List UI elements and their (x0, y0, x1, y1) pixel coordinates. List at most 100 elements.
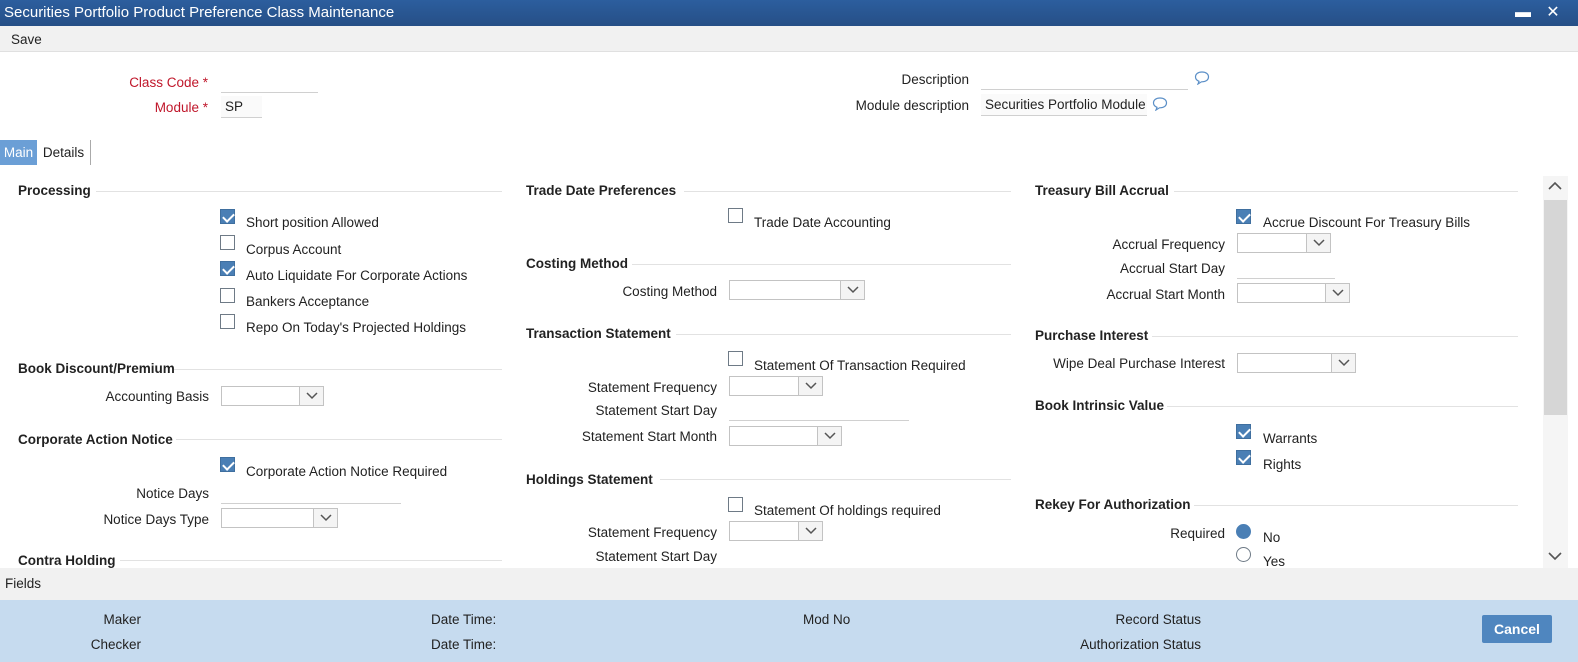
statement-holdings-checkbox[interactable] (728, 497, 743, 512)
chevron-down-icon (817, 427, 841, 445)
chevron-down-icon (798, 522, 822, 540)
statement-holdings-label: Statement Of holdings required (754, 503, 941, 518)
close-icon[interactable]: ✕ (1543, 3, 1563, 23)
comment-icon[interactable] (1152, 97, 1168, 111)
divider (684, 191, 1011, 192)
accrual-start-month-select[interactable] (1237, 283, 1350, 303)
statement-start-month-select[interactable] (729, 426, 842, 446)
costing-method-label: Costing Method (622, 284, 717, 299)
description-input[interactable] (981, 68, 1188, 90)
audit-footer (0, 600, 1578, 662)
rights-checkbox[interactable] (1236, 450, 1251, 465)
notice-days-input[interactable] (221, 482, 401, 504)
divider (676, 334, 1011, 335)
trade-date-accounting-checkbox[interactable] (728, 208, 743, 223)
section-contra-holding-title: Contra Holding (18, 553, 116, 568)
divider (1194, 505, 1518, 506)
section-intrinsic-title: Book Intrinsic Value (1035, 398, 1165, 413)
accrual-start-day-input[interactable] (1237, 257, 1335, 279)
statement-frequency-select[interactable] (729, 376, 823, 396)
tab-main[interactable]: Main (0, 140, 37, 165)
scroll-down-icon[interactable] (1548, 551, 1562, 561)
cancel-button[interactable]: Cancel (1482, 615, 1552, 643)
scroll-up-icon[interactable] (1548, 181, 1562, 191)
accrual-frequency-label: Accrual Frequency (1112, 237, 1225, 252)
notice-days-type-label: Notice Days Type (103, 512, 209, 527)
warrants-checkbox[interactable] (1236, 424, 1251, 439)
chevron-down-icon (798, 377, 822, 395)
fields-bar: Fields (0, 568, 1578, 600)
divider (174, 369, 502, 370)
maker-datetime-label: Date Time: (431, 612, 497, 627)
section-rekey-title: Rekey For Authorization (1035, 497, 1191, 512)
corpus-account-checkbox[interactable] (220, 235, 235, 250)
short-position-label: Short position Allowed (246, 215, 379, 230)
auto-liquidate-checkbox[interactable] (220, 261, 235, 276)
auto-liquidate-label: Auto Liquidate For Corporate Actions (246, 268, 468, 283)
checker-label: Checker (90, 637, 141, 652)
module-description-label: Module description (855, 98, 969, 113)
save-button[interactable]: Save (11, 32, 42, 47)
rekey-required-label: Required (1170, 526, 1225, 541)
holdings-frequency-label: Statement Frequency (587, 525, 717, 540)
comment-icon[interactable] (1194, 71, 1210, 85)
title-bar: Securities Portfolio Product Preference … (0, 0, 1578, 26)
description-label: Description (901, 72, 969, 87)
accrue-discount-checkbox[interactable] (1236, 209, 1251, 224)
section-purchase-interest-title: Purchase Interest (1035, 328, 1149, 343)
chevron-down-icon (1306, 234, 1330, 252)
class-code-label: Class Code * (129, 75, 208, 90)
statement-start-day-input[interactable] (729, 399, 909, 421)
statement-transaction-label: Statement Of Transaction Required (754, 358, 966, 373)
corporate-action-notice-checkbox[interactable] (220, 457, 235, 472)
repo-projected-checkbox[interactable] (220, 314, 235, 329)
scrollbar-thumb[interactable] (1544, 200, 1567, 415)
authorization-status-label: Authorization Status (1080, 637, 1201, 652)
chevron-down-icon (1331, 354, 1355, 372)
repo-projected-label: Repo On Today's Projected Holdings (246, 320, 466, 335)
divider (96, 191, 502, 192)
tab-details[interactable]: Details (37, 140, 91, 165)
statement-start-month-label: Statement Start Month (581, 429, 717, 444)
module-input[interactable]: SP (221, 96, 262, 118)
section-treasury-title: Treasury Bill Accrual (1035, 183, 1169, 198)
chevron-down-icon (313, 509, 337, 527)
accrual-start-month-label: Accrual Start Month (1106, 287, 1225, 302)
minimize-icon[interactable]: ▬ (1513, 3, 1533, 23)
divider (632, 264, 1011, 265)
section-corporate-action-title: Corporate Action Notice (18, 432, 173, 447)
rekey-no-label: No (1263, 530, 1281, 545)
bankers-acceptance-checkbox[interactable] (220, 288, 235, 303)
short-position-checkbox[interactable] (220, 209, 235, 224)
module-description-input[interactable]: Securities Portfolio Module (981, 94, 1147, 116)
holdings-frequency-select[interactable] (729, 521, 823, 541)
window-title: Securities Portfolio Product Preference … (4, 4, 395, 21)
fields-link[interactable]: Fields (5, 576, 41, 591)
record-status-label: Record Status (1115, 612, 1201, 627)
section-processing-title: Processing (18, 183, 91, 198)
module-label: Module * (154, 100, 208, 115)
section-transaction-statement-title: Transaction Statement (526, 326, 671, 341)
rights-label: Rights (1263, 457, 1302, 472)
rekey-no-radio[interactable] (1236, 524, 1251, 539)
accrual-frequency-select[interactable] (1237, 233, 1331, 253)
statement-transaction-checkbox[interactable] (728, 351, 743, 366)
divider (120, 560, 502, 561)
rekey-yes-radio[interactable] (1236, 547, 1251, 562)
warrants-label: Warrants (1263, 431, 1318, 446)
costing-method-select[interactable] (729, 280, 865, 300)
notice-days-label: Notice Days (136, 486, 209, 501)
accrual-start-day-label: Accrual Start Day (1119, 261, 1225, 276)
accounting-basis-select[interactable] (221, 386, 324, 406)
class-code-input[interactable] (221, 71, 318, 93)
corpus-account-label: Corpus Account (246, 242, 342, 257)
notice-days-type-select[interactable] (221, 508, 338, 528)
wipe-purchase-interest-select[interactable] (1237, 353, 1356, 373)
divider (660, 479, 1011, 480)
chevron-down-icon (299, 387, 323, 405)
section-holdings-statement-title: Holdings Statement (526, 472, 653, 487)
statement-frequency-label: Statement Frequency (587, 380, 717, 395)
divider (1167, 406, 1518, 407)
corporate-action-notice-label: Corporate Action Notice Required (246, 464, 448, 479)
divider (1174, 191, 1518, 192)
